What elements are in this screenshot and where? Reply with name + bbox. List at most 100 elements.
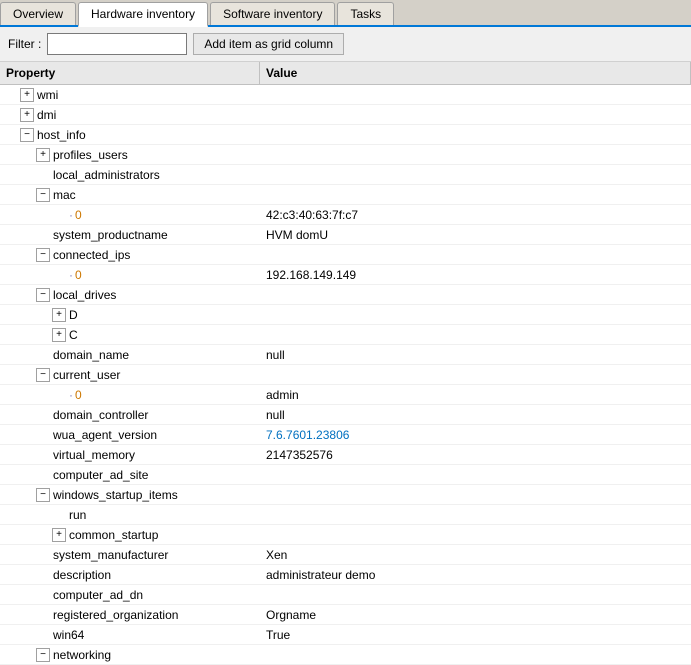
- property-key: networking: [53, 648, 111, 662]
- table-row[interactable]: −networking: [0, 645, 691, 665]
- expand-placeholder: [36, 408, 50, 422]
- property-value: null: [260, 406, 691, 424]
- table-row[interactable]: system_manufacturerXen: [0, 545, 691, 565]
- tab-software-inventory[interactable]: Software inventory: [210, 2, 335, 25]
- property-key: local_drives: [53, 288, 116, 302]
- table-row[interactable]: registered_organization Orgname: [0, 605, 691, 625]
- expand-icon[interactable]: +: [36, 148, 50, 162]
- dot-connector: ·: [69, 208, 73, 222]
- tab-tasks[interactable]: Tasks: [337, 2, 394, 25]
- expand-icon[interactable]: +: [20, 88, 34, 102]
- property-value: [260, 593, 691, 597]
- collapse-icon[interactable]: −: [36, 188, 50, 202]
- property-key: registered_organization: [53, 608, 178, 622]
- table-row[interactable]: description administrateur demo: [0, 565, 691, 585]
- property-value: [260, 533, 691, 537]
- table-row[interactable]: domain_namenull: [0, 345, 691, 365]
- property-value: 192.168.149.149: [260, 266, 691, 284]
- property-key: common_startup: [69, 528, 158, 542]
- property-key: system_productname: [53, 228, 168, 242]
- property-value: administrateur demo: [260, 566, 691, 584]
- property-value: [260, 133, 691, 137]
- expand-placeholder: [52, 208, 66, 222]
- expand-icon[interactable]: +: [20, 108, 34, 122]
- add-grid-column-button[interactable]: Add item as grid column: [193, 33, 344, 55]
- table-row[interactable]: domain_controllernull: [0, 405, 691, 425]
- table-row[interactable]: win64True: [0, 625, 691, 645]
- property-key: mac: [53, 188, 76, 202]
- property-value: [260, 93, 691, 97]
- tab-overview[interactable]: Overview: [0, 2, 76, 25]
- dot-connector: ·: [69, 268, 73, 282]
- table-row[interactable]: −connected_ips: [0, 245, 691, 265]
- property-key: D: [69, 308, 78, 322]
- collapse-icon[interactable]: −: [20, 128, 34, 142]
- table-row[interactable]: −mac: [0, 185, 691, 205]
- tabs-bar: OverviewHardware inventorySoftware inven…: [0, 0, 691, 27]
- property-key: 0: [75, 388, 82, 402]
- expand-placeholder: [36, 588, 50, 602]
- property-key: computer_ad_dn: [53, 588, 143, 602]
- table-row[interactable]: +D: [0, 305, 691, 325]
- expand-icon[interactable]: +: [52, 328, 66, 342]
- table-row[interactable]: · 0192.168.149.149: [0, 265, 691, 285]
- table-row[interactable]: local_administrators: [0, 165, 691, 185]
- property-key: connected_ips: [53, 248, 130, 262]
- table-row[interactable]: −current_user: [0, 365, 691, 385]
- header-value: Value: [260, 62, 691, 84]
- property-key: virtual_memory: [53, 448, 135, 462]
- expand-icon[interactable]: +: [52, 528, 66, 542]
- collapse-icon[interactable]: −: [36, 488, 50, 502]
- collapse-icon[interactable]: −: [36, 648, 50, 662]
- table-row[interactable]: +C: [0, 325, 691, 345]
- property-value: [260, 153, 691, 157]
- property-value: [260, 513, 691, 517]
- table-row[interactable]: run: [0, 505, 691, 525]
- expand-placeholder: [52, 388, 66, 402]
- collapse-icon[interactable]: −: [36, 288, 50, 302]
- expand-placeholder: [36, 348, 50, 362]
- table-row[interactable]: · 0 admin: [0, 385, 691, 405]
- property-value: Orgname: [260, 606, 691, 624]
- table-row[interactable]: −local_drives: [0, 285, 691, 305]
- expand-placeholder: [36, 168, 50, 182]
- collapse-icon[interactable]: −: [36, 368, 50, 382]
- property-key: wua_agent_version: [53, 428, 157, 442]
- expand-placeholder: [36, 468, 50, 482]
- property-value: [260, 193, 691, 197]
- expand-placeholder: [36, 568, 50, 582]
- property-key: current_user: [53, 368, 120, 382]
- property-value: [260, 173, 691, 177]
- table-row[interactable]: −windows_startup_items: [0, 485, 691, 505]
- table-row[interactable]: +wmi: [0, 85, 691, 105]
- table-row[interactable]: · 042:c3:40:63:7f:c7: [0, 205, 691, 225]
- table-row[interactable]: +common_startup: [0, 525, 691, 545]
- table-row[interactable]: +profiles_users: [0, 145, 691, 165]
- expand-placeholder: [52, 268, 66, 282]
- table-row[interactable]: virtual_memory2147352576: [0, 445, 691, 465]
- table-row[interactable]: system_productnameHVM domU: [0, 225, 691, 245]
- property-key: description: [53, 568, 111, 582]
- expand-placeholder: [36, 628, 50, 642]
- collapse-icon[interactable]: −: [36, 248, 50, 262]
- property-key: host_info: [37, 128, 86, 142]
- table-row[interactable]: +dmi: [0, 105, 691, 125]
- property-key: domain_name: [53, 348, 129, 362]
- filter-input[interactable]: [47, 33, 187, 55]
- property-value: [260, 313, 691, 317]
- table-row[interactable]: −host_info: [0, 125, 691, 145]
- tab-hardware-inventory[interactable]: Hardware inventory: [78, 2, 208, 27]
- property-key: profiles_users: [53, 148, 128, 162]
- dot-connector: ·: [69, 388, 73, 402]
- table-row[interactable]: computer_ad_site: [0, 465, 691, 485]
- filter-label: Filter :: [8, 37, 41, 51]
- property-value: admin: [260, 386, 691, 404]
- tree-table[interactable]: Property Value +wmi+dmi−host_info+profil…: [0, 62, 691, 665]
- property-value: True: [260, 626, 691, 644]
- table-row[interactable]: wua_agent_version7.6.7601.23806: [0, 425, 691, 445]
- table-row[interactable]: computer_ad_dn: [0, 585, 691, 605]
- expand-icon[interactable]: +: [52, 308, 66, 322]
- property-value: [260, 333, 691, 337]
- property-key: computer_ad_site: [53, 468, 148, 482]
- expand-placeholder: [52, 508, 66, 522]
